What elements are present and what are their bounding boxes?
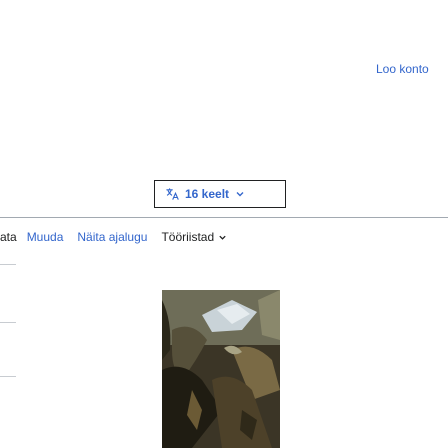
header-divider	[0, 217, 448, 218]
sidebar-divider	[0, 322, 16, 323]
language-button-label: 16 keelt	[185, 187, 230, 201]
article-image[interactable]	[162, 290, 280, 448]
translate-icon	[166, 188, 179, 200]
tab-tools[interactable]: Tööriistad	[161, 230, 227, 244]
tab-tools-label: Tööriistad	[161, 230, 215, 244]
create-account-link[interactable]: Loo konto	[376, 62, 429, 76]
tab-history[interactable]: Näita ajalugu	[77, 230, 147, 244]
language-button[interactable]: 16 keelt	[154, 180, 286, 208]
sidebar-divider	[0, 264, 16, 265]
chevron-down-icon	[236, 192, 244, 197]
tab-read[interactable]: ata	[0, 230, 17, 244]
chevron-down-icon	[219, 235, 226, 240]
page-tabs: ata Muuda Näita ajalugu Tööriistad	[0, 230, 227, 244]
sidebar-divider	[0, 376, 16, 377]
tab-edit[interactable]: Muuda	[27, 230, 64, 244]
